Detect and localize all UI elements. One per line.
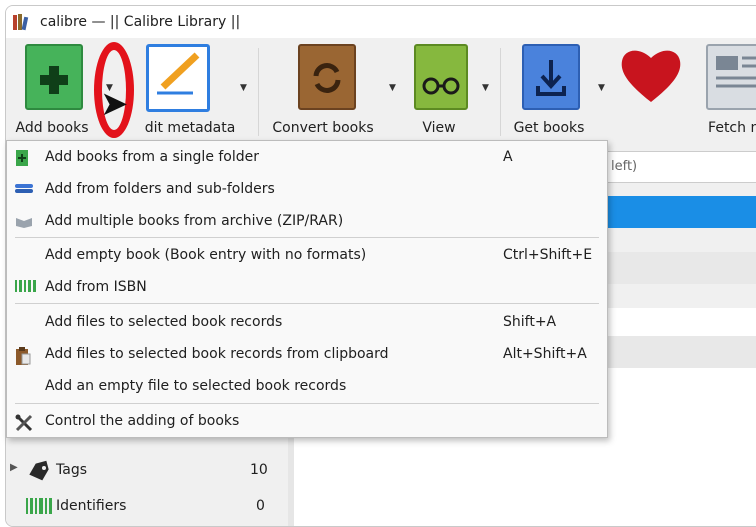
menu-item-label: Add files to selected book records from … [45,346,389,362]
heart-icon [618,44,684,110]
menu-separator [15,303,599,304]
tags-count: 10 [250,462,268,478]
barcode-icon [26,498,52,518]
menu-item-add-files-to-selected[interactable]: Add files to selected book records Shift… [7,308,607,338]
convert-books-icon [298,44,356,110]
tags-label: Tags [56,462,87,478]
edit-metadata-icon [146,44,210,112]
tag-icon [26,460,52,486]
toolbar-separator [258,48,259,136]
barcode-icon [15,280,36,296]
calibre-app-icon [12,13,32,31]
menu-item-add-single-folder[interactable]: Add books from a single folder A [7,143,607,173]
menu-item-add-files-from-clipboard[interactable]: Add files to selected book records from … [7,340,607,370]
menu-item-shortcut: Shift+A [503,314,557,330]
edit-metadata-label: dit metadata [144,120,236,136]
menu-item-label: Add multiple books from archive (ZIP/RAR… [45,213,344,229]
get-books-label: Get books [513,120,585,136]
edit-metadata-dropdown-arrow[interactable]: ▼ [240,83,247,93]
mouse-cursor-icon: ➤ [100,84,129,124]
menu-item-control-adding[interactable]: Control the adding of books [7,407,607,437]
menu-item-label: Add from ISBN [45,279,147,295]
blue-stack-icon [15,182,33,198]
identifiers-label: Identifiers [56,498,127,514]
menu-item-label: Add an empty file to selected book recor… [45,378,347,394]
get-books-icon [522,44,580,110]
tag-browser-item-tags[interactable]: ▶ Tags 10 [6,454,276,488]
view-label: View [422,120,456,136]
view-dropdown-arrow[interactable]: ▼ [482,83,489,93]
newspaper-icon [706,44,756,110]
add-books-label: Add books [15,120,89,136]
menu-item-label: Add from folders and sub-folders [45,181,275,197]
menu-item-add-empty-file[interactable]: Add an empty file to selected book recor… [7,372,607,402]
window-title: calibre — || Calibre Library || [40,14,241,30]
view-icon [414,44,468,110]
menu-item-shortcut: Alt+Shift+A [503,346,587,362]
menu-separator [15,237,599,238]
menu-item-label: Add files to selected book records [45,314,283,330]
convert-books-dropdown-arrow[interactable]: ▼ [389,83,396,93]
clipboard-icon [15,347,33,365]
tools-icon [15,414,33,432]
menu-item-shortcut: A [503,149,513,165]
fetch-news-label: Fetch ne [708,120,756,136]
identifiers-count: 0 [256,498,265,514]
convert-books-label: Convert books [272,120,374,136]
expand-arrow-icon[interactable]: ▶ [10,462,18,473]
add-books-menu: Add books from a single folder A Add fro… [6,140,608,438]
menu-item-shortcut: Ctrl+Shift+E [503,247,593,263]
menu-item-label: Add books from a single folder [45,149,260,165]
menu-item-add-empty-book[interactable]: Add empty book (Book entry with no forma… [7,241,607,271]
archive-icon [15,214,33,230]
menu-item-label: Add empty book (Book entry with no forma… [45,247,367,263]
menu-item-add-from-isbn[interactable]: Add from ISBN [7,273,607,303]
title-bar: calibre — || Calibre Library || [6,6,756,38]
menu-item-add-folders-subfolders[interactable]: Add from folders and sub-folders [7,175,607,205]
green-book-plus-icon [15,150,33,166]
toolbar-separator [500,48,501,136]
menu-separator [15,403,599,404]
tag-browser: ▶ Tags 10 Identifiers 0 [6,426,288,526]
menu-item-add-from-archive[interactable]: Add multiple books from archive (ZIP/RAR… [7,207,607,237]
tag-browser-item-identifiers[interactable]: Identifiers 0 [6,490,276,524]
search-input[interactable]: left) [604,151,756,183]
get-books-dropdown-arrow[interactable]: ▼ [598,83,605,93]
add-books-icon [25,44,83,110]
menu-item-label: Control the adding of books [45,413,240,429]
